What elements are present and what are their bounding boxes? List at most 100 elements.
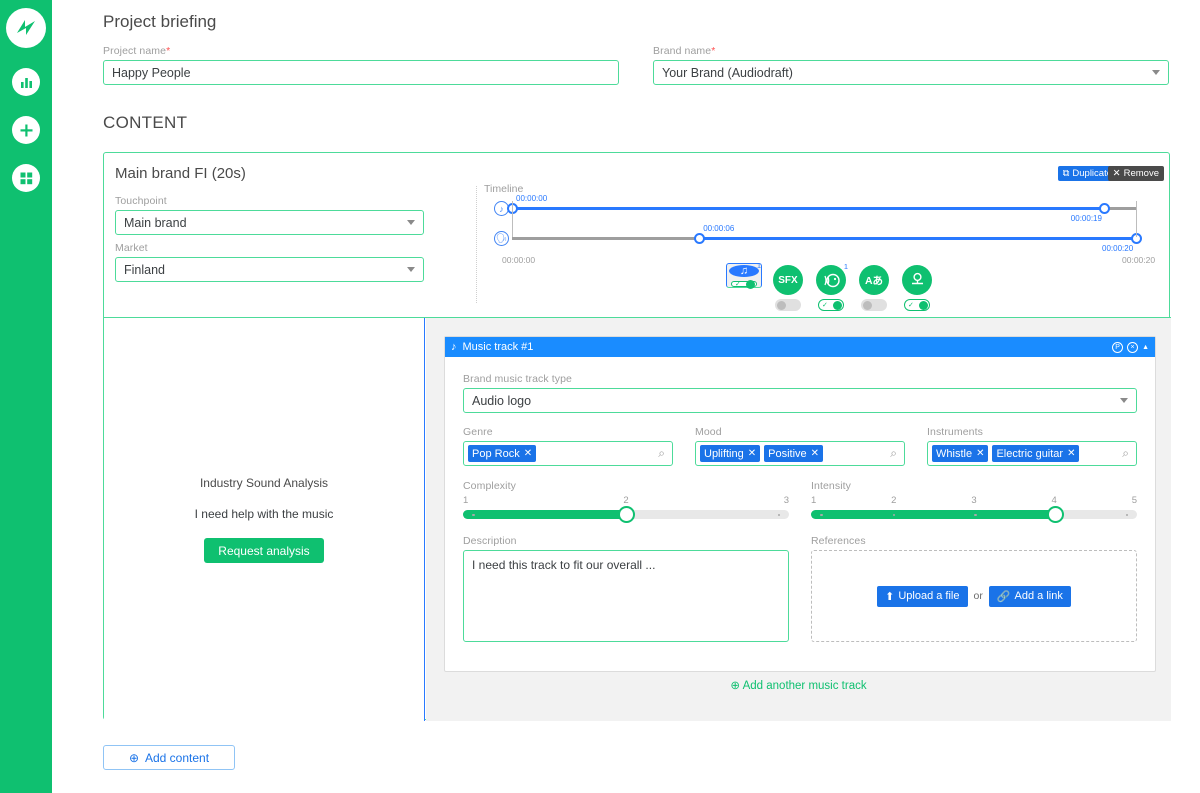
app-logo[interactable] — [6, 8, 46, 48]
tag-label: Pop Rock — [472, 447, 520, 460]
genre-input[interactable]: Pop Rock ✕ ⌕ — [463, 441, 673, 466]
tag-remove-icon[interactable]: ✕ — [524, 448, 532, 459]
music-track-actions: P × ▲ — [1112, 341, 1149, 353]
tab-voice-over-toggle[interactable] — [818, 299, 844, 311]
mood-label: Mood — [695, 426, 722, 438]
complexity-slider[interactable] — [463, 506, 789, 523]
market-value: Finland — [124, 262, 165, 277]
add-another-music-track-button[interactable]: ⊕ Add another music track — [426, 678, 1171, 692]
slider-tick: 1 — [463, 495, 469, 506]
complexity-handle[interactable] — [617, 506, 635, 523]
search-icon[interactable]: ⌕ — [1122, 446, 1132, 461]
upload-file-button[interactable]: ⬆ Upload a file — [877, 585, 968, 607]
add-content-button[interactable]: ⊕ Add content — [103, 745, 235, 770]
tab-voice-over-badge: 1 — [843, 262, 848, 271]
tab-translation[interactable]: Aあ — [857, 265, 891, 317]
intensity-label: Intensity — [811, 480, 852, 492]
timeline-row-voice: 🗣 00:00:06 00:00:20 — [484, 224, 1164, 261]
voice-over-icon — [816, 265, 846, 295]
slider-tick: 2 — [623, 495, 629, 506]
tag[interactable]: Electric guitar ✕ — [992, 445, 1080, 462]
intensity-slider[interactable] — [811, 506, 1137, 523]
analysis-subtitle: I need help with the music — [194, 507, 334, 521]
tag-remove-icon[interactable]: ✕ — [976, 448, 984, 459]
timeline-fill — [699, 237, 1136, 240]
sliders-row: Complexity 123 Intensity 1 2 3 4 5 — [463, 480, 1137, 523]
market-select[interactable]: Finland — [115, 257, 424, 282]
touchpoint-field-group: Touchpoint Main brand — [115, 195, 424, 235]
intensity-handle[interactable] — [1047, 506, 1064, 523]
music-tracks-pane: ♪ Music track #1 P × ▲ Brand music track… — [426, 318, 1171, 721]
sidebar-item-analytics[interactable] — [12, 68, 40, 96]
tab-music-toggle[interactable] — [731, 279, 757, 289]
tab-translation-toggle[interactable] — [861, 299, 887, 311]
search-icon[interactable]: ⌕ — [658, 446, 668, 461]
main-content: Project briefing Project name* Brand nam… — [52, 0, 1200, 793]
remove-label: Remove — [1123, 168, 1159, 179]
add-content-label: Add content — [145, 750, 210, 765]
market-field-group: Market Finland — [115, 242, 424, 282]
tag[interactable]: Uplifting ✕ — [700, 445, 761, 462]
brand-name-field-group: Brand name* Your Brand (Audiodraft) — [653, 45, 1169, 85]
or-label: or — [973, 590, 983, 602]
brand-name-select[interactable]: Your Brand (Audiodraft) — [653, 60, 1169, 85]
add-link-button[interactable]: 🔗 Add a link — [988, 585, 1071, 607]
search-icon[interactable]: ⌕ — [890, 446, 900, 461]
tag[interactable]: Pop Rock ✕ — [468, 445, 537, 462]
track-type-tabs: ♫ 1 SFX 1 Aあ — [726, 261, 936, 317]
plus-icon — [20, 124, 32, 136]
timeline-tick-end — [1136, 201, 1137, 237]
instruments-input[interactable]: Whistle ✕ Electric guitar ✕ ⌕ — [927, 441, 1137, 466]
tab-sfx[interactable]: SFX — [771, 265, 805, 317]
touchpoint-select[interactable]: Main brand — [115, 210, 424, 235]
tag[interactable]: Positive ✕ — [764, 445, 824, 462]
remove-button[interactable]: ✕ Remove — [1107, 166, 1164, 181]
slider-tick: 4 — [1051, 495, 1057, 506]
tab-mastering[interactable] — [900, 265, 934, 317]
request-analysis-button[interactable]: Request analysis — [204, 538, 324, 563]
music-track-panel: ♪ Music track #1 P × ▲ Brand music track… — [444, 336, 1156, 672]
tag[interactable]: Whistle ✕ — [932, 445, 989, 462]
tab-voice-over[interactable]: 1 — [814, 262, 848, 317]
tab-music[interactable]: ♫ 1 — [726, 261, 762, 289]
project-name-input[interactable] — [103, 60, 619, 85]
timeline-track: 00:00:00 00:00:19 — [506, 194, 1136, 223]
tag-label: Electric guitar — [996, 447, 1064, 460]
track-type-select[interactable]: Audio logo — [463, 388, 1137, 413]
timeline-end-handle[interactable] — [1099, 203, 1111, 214]
plus-circle-icon: ⊕ — [128, 750, 139, 765]
tab-music-badge: 1 — [756, 261, 761, 270]
timeline-end-label: 00:00:20 — [1122, 255, 1156, 265]
duplicate-label: Duplicate — [1072, 168, 1112, 179]
tag-remove-icon[interactable]: ✕ — [1067, 448, 1075, 459]
sidebar — [0, 0, 52, 793]
duplicate-track-icon[interactable]: P — [1112, 341, 1124, 353]
timeline-start-handle[interactable] — [693, 233, 705, 244]
slider-tick: 3 — [971, 495, 977, 506]
description-textarea[interactable]: I need this track to fit our overall ... — [463, 550, 789, 642]
chevron-down-icon — [407, 267, 415, 272]
music-note-icon: ♫ — [729, 265, 759, 277]
plus-circle-icon: ⊕ — [730, 680, 741, 692]
upload-icon: ⬆ — [885, 590, 895, 603]
close-track-icon[interactable]: × — [1127, 341, 1139, 353]
intensity-fill — [811, 510, 1056, 519]
sidebar-item-create[interactable] — [12, 116, 40, 144]
content-card: Main brand FI (20s) ⧉ Duplicate ✕ Remove… — [103, 152, 1171, 721]
collapse-track-icon[interactable]: ▲ — [1142, 344, 1149, 351]
mood-input[interactable]: Uplifting ✕ Positive ✕ ⌕ — [695, 441, 905, 466]
tag-remove-icon[interactable]: ✕ — [811, 448, 819, 459]
tab-mastering-toggle[interactable] — [904, 299, 930, 311]
close-icon: ✕ — [1112, 168, 1121, 179]
sidebar-item-dashboard[interactable] — [12, 164, 40, 192]
content-card-title: Main brand FI (20s) — [115, 165, 246, 182]
industry-sound-analysis-panel: Industry Sound Analysis I need help with… — [104, 318, 425, 721]
music-track-body: Brand music track type Audio logo Genre — [445, 357, 1155, 647]
tab-sfx-toggle[interactable] — [775, 299, 801, 311]
references-dropzone[interactable]: ⬆ Upload a file or 🔗 Add a link — [811, 550, 1137, 642]
page-title: Project briefing — [103, 12, 217, 31]
project-name-label: Project name* — [103, 45, 171, 57]
description-references-row: Description I need this track to fit our… — [463, 535, 1137, 647]
timeline-end-time: 00:00:19 — [1070, 214, 1102, 223]
tag-remove-icon[interactable]: ✕ — [748, 448, 756, 459]
